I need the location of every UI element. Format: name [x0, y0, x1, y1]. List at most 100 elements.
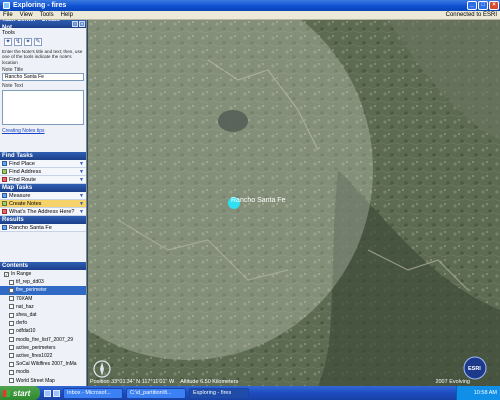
taskbar-item-inbox[interactable]: Inbox - Microsof...	[63, 387, 123, 399]
contents-layer-item[interactable]: ✓ In Range	[0, 270, 86, 278]
chevron-down-icon: ▼	[79, 208, 84, 215]
layer-label: dvrfo	[16, 320, 28, 327]
measure-icon	[2, 193, 7, 198]
layer-checkbox[interactable]	[9, 320, 14, 326]
left-pane: Task Center - Create Not... ▫ × Tools ✦ …	[0, 20, 87, 386]
contents-layer-item[interactable]: nat_haz	[0, 303, 86, 311]
contents-layer-item[interactable]: active_fires1022	[0, 352, 86, 360]
layer-label: tif_rep_dd03	[16, 279, 44, 286]
menu-tools[interactable]: Tools	[40, 12, 54, 18]
note-title-input[interactable]: Rancho Santa Fe	[2, 73, 84, 81]
find-route-item[interactable]: Find Route ▼	[0, 176, 86, 184]
contents-layer-item[interactable]: shea_dat	[0, 311, 86, 319]
quick-launch-ie-icon[interactable]	[44, 389, 51, 397]
window-title: Exploring - fires	[13, 2, 67, 9]
layer-checkbox[interactable]	[9, 337, 14, 343]
find-route-label: Find Route	[9, 176, 36, 183]
line-note-tool-icon[interactable]: ↯	[14, 38, 22, 46]
esri-watermark: ESRI	[468, 366, 481, 372]
find-route-icon	[2, 177, 7, 182]
task-center-body: Tools ✦ ↯ ✶ ✎ Enter the Note's title and…	[0, 28, 86, 152]
panel-close-button[interactable]: ×	[79, 21, 85, 27]
quick-launch-desktop-icon[interactable]	[53, 389, 60, 397]
contents-layer-item[interactable]: ✓ fire_perimeter	[0, 286, 86, 295]
taskbar-item-exploring-fires[interactable]: Exploring - fires	[189, 387, 249, 399]
menu-help[interactable]: Help	[61, 12, 73, 18]
layer-checkbox[interactable]	[9, 279, 14, 285]
layer-label: shea_dat	[16, 312, 37, 319]
result-pin-icon	[2, 225, 7, 230]
create-notes-icon	[2, 201, 7, 206]
contents-layer-item[interactable]: odfdat10	[0, 327, 86, 335]
layer-checkbox[interactable]	[9, 369, 14, 375]
menu-bar: File View Tools Help Connected to ESRI	[0, 11, 500, 20]
taskbar-item-explorer[interactable]: C:\d_partition\fi...	[126, 387, 186, 399]
layer-label: modis_fire_list7_2007_29	[16, 336, 73, 343]
polygon-note-tool-icon[interactable]: ✶	[24, 38, 32, 46]
results-empty-area	[0, 232, 86, 262]
creating-notes-tips-link[interactable]: Creating Notes tips	[2, 128, 84, 134]
contents-header[interactable]: Contents	[0, 262, 86, 270]
result-item[interactable]: Rancho Santa Fe	[0, 224, 86, 232]
layer-checkbox[interactable]	[9, 328, 14, 334]
contents-layer-item[interactable]: tif_rep_dd03	[0, 278, 86, 286]
start-button[interactable]: start	[0, 386, 40, 400]
contents-tree: ✓ In Range tif_rep_dd03 ✓ fire_perimeter 70XA…	[0, 270, 86, 386]
layer-checkbox[interactable]	[9, 345, 14, 351]
contents-layer-item[interactable]: 70XAM	[0, 295, 86, 303]
status-bar: Position 33°01'34" N 117°11'01" W Altitu…	[88, 377, 500, 386]
layer-checkbox[interactable]	[9, 353, 14, 359]
map-view[interactable]: Rancho Santa Fe ESRI	[88, 20, 500, 386]
layer-label: modis	[16, 369, 30, 376]
clock[interactable]: 10:58 AM	[474, 390, 497, 396]
panel-restore-button[interactable]: ▫	[72, 21, 78, 27]
find-address-label: Find Address	[9, 168, 42, 175]
contents-layer-item[interactable]: SoCal Wildfires 2007_InMa	[0, 360, 86, 368]
windows-taskbar: start Inbox - Microsof... C:\d_partition…	[0, 386, 500, 400]
layer-checkbox[interactable]	[9, 296, 14, 302]
layer-label: SoCal Wildfires 2007_InMa	[16, 361, 77, 368]
connection-status: Connected to ESRI	[445, 12, 497, 18]
layer-label: 70XAM	[16, 295, 33, 302]
create-notes-label: Create Notes	[9, 200, 42, 207]
layer-checkbox[interactable]: ✓	[9, 287, 14, 293]
contents-title: Contents	[2, 263, 28, 269]
minimize-button[interactable]: _	[467, 1, 477, 10]
layer-checkbox[interactable]	[9, 378, 14, 384]
start-label: start	[13, 388, 31, 398]
menu-file[interactable]: File	[3, 12, 13, 18]
tools-label: Tools	[2, 30, 15, 36]
layer-checkbox[interactable]	[9, 304, 14, 310]
close-button[interactable]: ×	[489, 1, 499, 10]
layer-label: fire_perimeter	[16, 287, 47, 294]
layer-label: nat_haz	[16, 303, 34, 310]
freehand-note-tool-icon[interactable]: ✎	[34, 38, 42, 46]
window-titlebar: Exploring - fires _ □ ×	[0, 0, 500, 11]
menu-view[interactable]: View	[20, 12, 33, 18]
contents-layer-item[interactable]: active_perimeters	[0, 344, 86, 352]
contents-layer-item[interactable]: modis_fire_list7_2007_29	[0, 336, 86, 344]
contents-layer-item[interactable]: dvrfo	[0, 319, 86, 327]
maximize-button[interactable]: □	[478, 1, 488, 10]
layer-checkbox[interactable]	[9, 361, 14, 367]
contents-layer-item[interactable]: World Street Map	[0, 376, 86, 384]
layer-label: World Street Map	[16, 377, 55, 384]
whats-the-address-label: What's The Address Here?	[9, 208, 75, 215]
task-center-header: Task Center - Create Not... ▫ ×	[0, 20, 86, 31]
note-text-label: Note Text	[2, 83, 24, 89]
measure-label: Measure	[9, 192, 31, 199]
globe-icon	[3, 2, 10, 9]
whats-the-address-item[interactable]: What's The Address Here? ▼	[0, 208, 86, 216]
windows-logo-icon	[3, 389, 10, 397]
address-icon	[2, 209, 7, 214]
layer-checkbox[interactable]: ✓	[4, 271, 9, 277]
esri-logo: ESRI	[463, 356, 487, 380]
layer-checkbox[interactable]	[9, 312, 14, 318]
find-address-icon	[2, 169, 7, 174]
chevron-down-icon: ▼	[79, 176, 84, 183]
contents-layer-item[interactable]: modis	[0, 368, 86, 376]
altitude-readout: Altitude 6.50 Kilometers	[180, 378, 239, 385]
point-note-tool-icon[interactable]: ✦	[4, 38, 12, 46]
note-text-input[interactable]	[2, 90, 84, 125]
chevron-down-icon: ▼	[79, 192, 84, 199]
